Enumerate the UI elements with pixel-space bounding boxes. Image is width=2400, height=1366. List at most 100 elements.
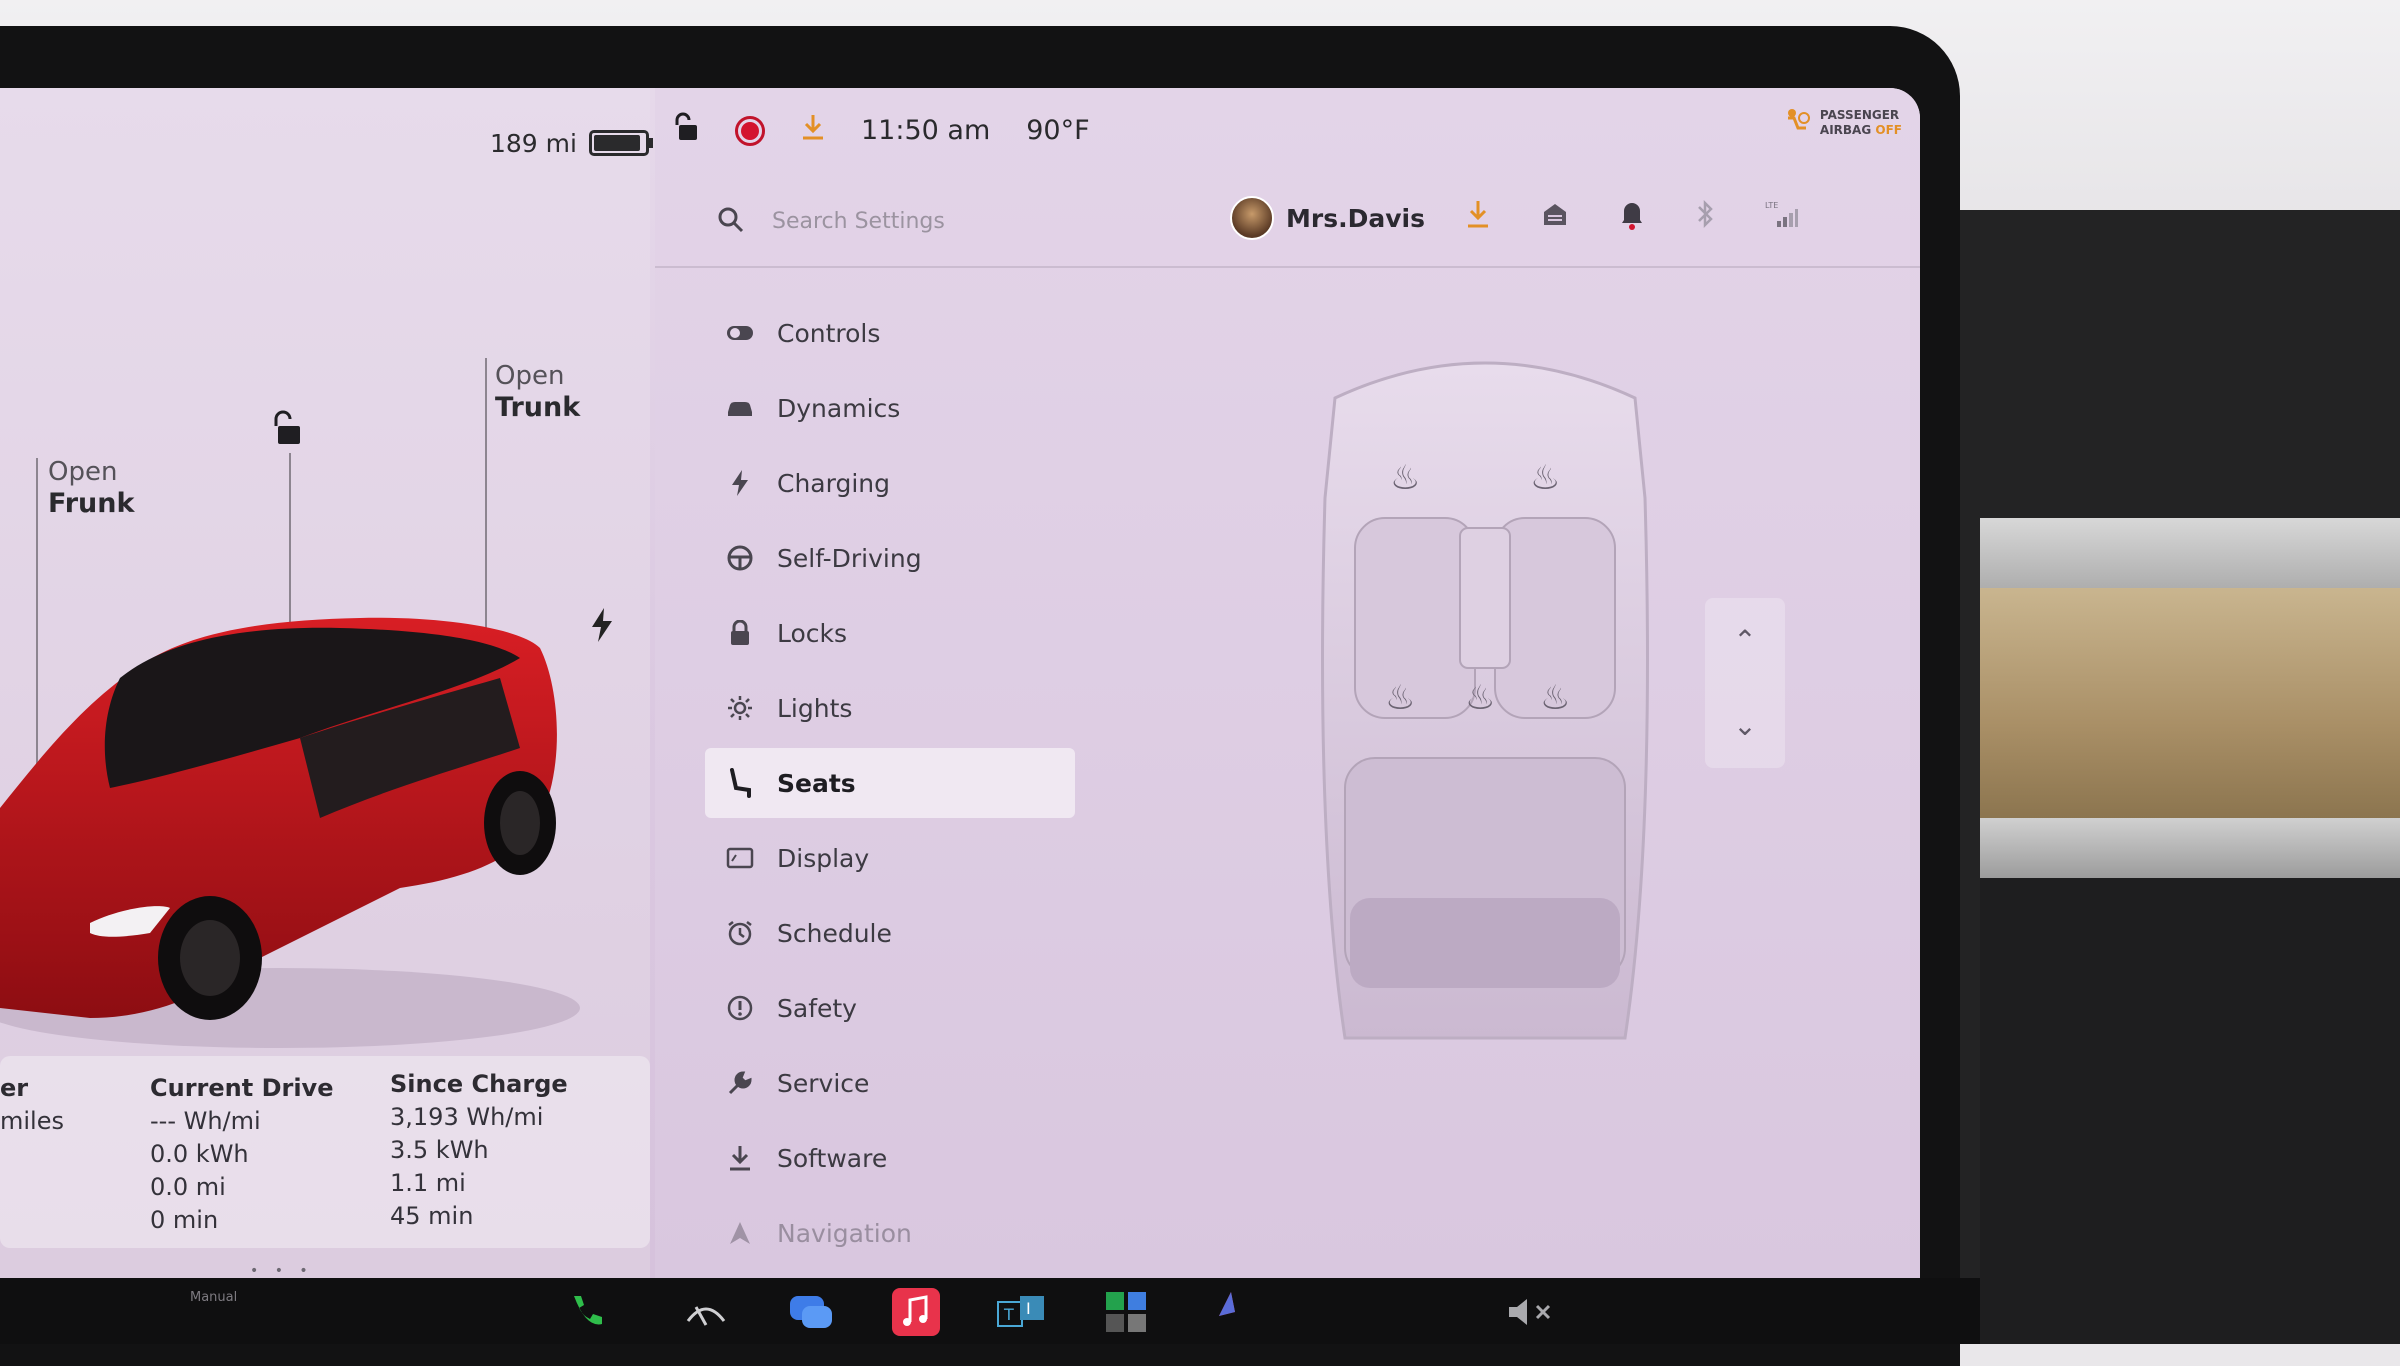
toggle-icon [725, 318, 755, 348]
menu-label-schedule: Schedule [777, 918, 892, 948]
open-frunk-button[interactable]: Open Frunk [48, 456, 134, 520]
bluetooth-icon[interactable] [1695, 199, 1715, 233]
open-trunk-bottom: Trunk [495, 392, 581, 423]
since-charge-efficiency: 3,193 Wh/mi [390, 1103, 544, 1131]
airbag-icon [1782, 106, 1812, 140]
seat-heater-front-right[interactable]: ♨ [1530, 458, 1560, 498]
info-circle-icon [725, 993, 755, 1023]
menu-item-controls[interactable]: Controls [705, 298, 1075, 368]
music-icon[interactable] [890, 1286, 942, 1338]
current-drive-energy: 0.0 kWh [150, 1140, 249, 1168]
since-charge-column: Since Charge 3,193 Wh/mi 3.5 kWh 1.1 mi … [390, 1068, 568, 1233]
seat-heater-rear-right[interactable]: ♨ [1540, 678, 1570, 718]
clock-text: 11:50 am [861, 115, 991, 146]
driver-name: Mrs.Davis [1286, 203, 1425, 233]
menu-item-navigation[interactable]: Navigation [705, 1198, 1075, 1268]
settings-menu: Controls Dynamics Charging Self-Driving … [705, 298, 1075, 1273]
current-drive-column: Current Drive --- Wh/mi 0.0 kWh 0.0 mi 0… [150, 1072, 333, 1237]
svg-text:T: T [1003, 1305, 1014, 1324]
settings-header: Mrs.Davis LTE [655, 176, 1920, 268]
menu-label-navigation: Navigation [777, 1218, 912, 1248]
dashcam-record-icon[interactable] [735, 115, 765, 146]
seat-heater-front-left[interactable]: ♨ [1390, 458, 1420, 498]
range-status: 189 mi [490, 118, 653, 168]
messages-icon[interactable] [785, 1286, 837, 1338]
navigation-icon [725, 1218, 755, 1248]
page-dots[interactable]: • • • [250, 1263, 314, 1278]
search-icon[interactable] [717, 206, 745, 238]
alarm-icon [725, 918, 755, 948]
menu-label-charging: Charging [777, 468, 890, 498]
apps-launcher-icon[interactable] [1100, 1286, 1152, 1338]
seat-heater-rear-center[interactable]: ♨ [1465, 678, 1495, 718]
settings-panel: 11:50 am 90°F PASSENGER AIRBAG OFF Mrs.D… [655, 88, 1920, 1278]
chevron-down-icon[interactable]: ⌄ [1705, 683, 1785, 768]
battery-icon [588, 130, 653, 156]
current-drive-efficiency: --- Wh/mi [150, 1107, 261, 1135]
open-trunk-top: Open [495, 361, 565, 391]
airbag-state: OFF [1875, 123, 1902, 137]
manual-drive-label: Manual [190, 1290, 238, 1305]
car-panel: 189 mi Open Frunk Open Trunk er miles Cu… [0, 88, 653, 1278]
svg-text:I: I [1026, 1299, 1031, 1318]
seat-heater-rear-left[interactable]: ♨ [1385, 678, 1415, 718]
open-frunk-bottom: Frunk [48, 488, 135, 519]
avatar [1230, 196, 1274, 240]
menu-item-seats[interactable]: Seats [705, 748, 1075, 818]
dashboard-wood-panel [1980, 588, 2400, 818]
menu-item-service[interactable]: Service [705, 1048, 1075, 1118]
lock-status-icon[interactable] [673, 112, 699, 149]
trip-partial-header: er [0, 1074, 29, 1102]
steering-wheel-icon [725, 543, 755, 573]
theater-icon[interactable]: IT [995, 1286, 1047, 1338]
svg-text:LTE: LTE [1765, 201, 1778, 210]
volume-mute-icon[interactable] [1505, 1286, 1557, 1338]
search-settings-input[interactable] [770, 200, 1154, 242]
header-icons: LTE [1465, 198, 1799, 234]
range-text: 189 mi [490, 128, 577, 158]
download-status-icon[interactable] [801, 113, 825, 148]
temperature-text: 90°F [1026, 115, 1090, 146]
trip-partial-value: miles [0, 1107, 64, 1135]
menu-item-locks[interactable]: Locks [705, 598, 1075, 668]
display-icon [725, 843, 755, 873]
since-charge-energy: 3.5 kWh [390, 1136, 489, 1164]
sun-icon [725, 693, 755, 723]
airbag-line1: PASSENGER [1819, 108, 1900, 122]
lock-icon [725, 618, 755, 648]
menu-label-self-driving: Self-Driving [777, 543, 922, 573]
menu-item-charging[interactable]: Charging [705, 448, 1075, 518]
driver-profile-button[interactable]: Mrs.Davis [1230, 196, 1425, 240]
seat-adjust-arrows: ⌃ ⌄ [1705, 598, 1785, 768]
open-trunk-button[interactable]: Open Trunk [495, 360, 580, 424]
menu-label-service: Service [777, 1068, 870, 1098]
menu-label-seats: Seats [777, 768, 856, 798]
menu-item-lights[interactable]: Lights [705, 673, 1075, 743]
phone-icon[interactable] [560, 1286, 612, 1338]
navigation-app-icon[interactable] [1195, 1286, 1247, 1338]
passenger-airbag-indicator: PASSENGER AIRBAG OFF [1782, 106, 1902, 140]
bolt-icon [725, 468, 755, 498]
current-drive-header: Current Drive [150, 1074, 334, 1102]
current-drive-time: 0 min [150, 1206, 219, 1234]
menu-item-self-driving[interactable]: Self-Driving [705, 523, 1075, 593]
menu-item-display[interactable]: Display [705, 823, 1075, 893]
current-drive-distance: 0.0 mi [150, 1173, 226, 1201]
menu-item-dynamics[interactable]: Dynamics [705, 373, 1075, 443]
dashboard-lower [1980, 878, 2400, 1344]
menu-item-safety[interactable]: Safety [705, 973, 1075, 1043]
menu-label-display: Display [777, 843, 870, 873]
menu-label-controls: Controls [777, 318, 881, 348]
airbag-line2: AIRBAG [1819, 123, 1872, 137]
software-update-icon[interactable] [1465, 199, 1491, 233]
homelink-icon[interactable] [1541, 200, 1569, 232]
menu-label-lights: Lights [777, 693, 853, 723]
dashboard-trim [1980, 518, 2400, 588]
wiper-icon[interactable] [680, 1286, 732, 1338]
chevron-up-icon[interactable]: ⌃ [1705, 598, 1785, 683]
menu-item-software[interactable]: Software [705, 1123, 1075, 1193]
notifications-bell-icon[interactable] [1619, 198, 1645, 234]
menu-item-schedule[interactable]: Schedule [705, 898, 1075, 968]
unlock-icon[interactable] [270, 408, 306, 452]
car-image [0, 617, 580, 1048]
